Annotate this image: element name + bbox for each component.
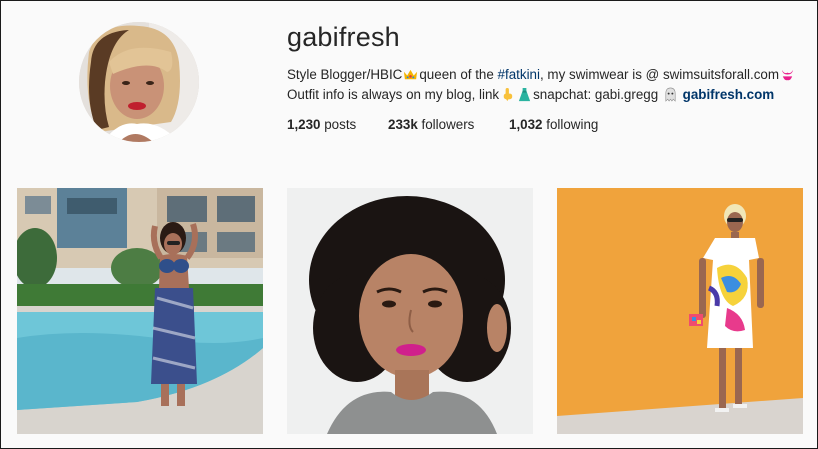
profile-avatar[interactable] bbox=[79, 22, 199, 142]
profile-username: gabifresh bbox=[287, 22, 400, 52]
following-stat[interactable]: 1,032 following bbox=[509, 117, 598, 132]
bio-text: Outfit info is always on my blog, link bbox=[287, 87, 500, 102]
bio-text: snapchat: gabi.gregg bbox=[533, 87, 659, 102]
curly-hair-portrait-photo bbox=[287, 188, 533, 434]
followers-count: 233k bbox=[388, 117, 418, 132]
ghost-emoji-icon bbox=[665, 87, 676, 102]
pointing-down-emoji-icon bbox=[503, 87, 513, 102]
following-label: following bbox=[542, 117, 599, 132]
dress-emoji-icon bbox=[518, 87, 531, 102]
bio-text: Style Blogger/HBIC bbox=[287, 67, 403, 82]
post-thumbnail[interactable] bbox=[17, 188, 263, 434]
bikini-emoji-icon bbox=[781, 69, 794, 81]
orange-wall-dress-photo bbox=[557, 188, 803, 434]
posts-label: posts bbox=[320, 117, 357, 132]
profile-bio: Style Blogger/HBIC queen of the #fatkini,… bbox=[287, 65, 807, 105]
pool-bikini-photo bbox=[17, 188, 263, 434]
post-thumbnail[interactable] bbox=[557, 188, 803, 434]
crown-emoji-icon bbox=[404, 69, 418, 80]
followers-stat[interactable]: 233k followers bbox=[388, 117, 474, 132]
website-link[interactable]: gabifresh.com bbox=[683, 87, 775, 102]
following-count: 1,032 bbox=[509, 117, 543, 132]
posts-stat[interactable]: 1,230 posts bbox=[287, 117, 356, 132]
followers-label: followers bbox=[417, 117, 475, 132]
post-thumbnail[interactable] bbox=[287, 188, 533, 434]
bio-text: , my swimwear is @ swimsuitsforall.com bbox=[539, 67, 780, 82]
posts-count: 1,230 bbox=[287, 117, 321, 132]
hashtag-link[interactable]: #fatkini bbox=[498, 67, 540, 82]
instagram-profile-page: gabifresh Style Blogger/HBIC queen of the… bbox=[0, 0, 818, 449]
bio-text: queen of the bbox=[419, 67, 498, 82]
